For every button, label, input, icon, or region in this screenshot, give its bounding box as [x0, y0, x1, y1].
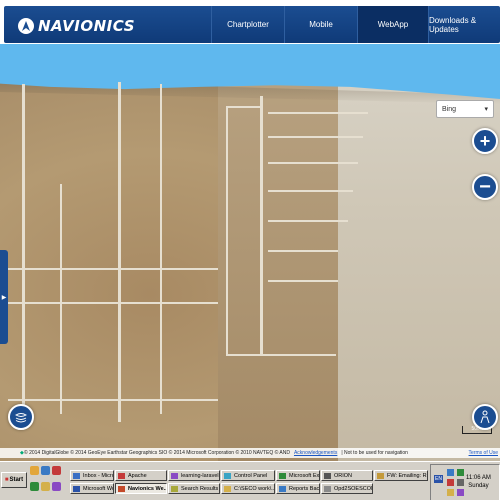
map-layer-value: Bing	[442, 105, 457, 113]
nav-tabs: Chartplotter Mobile WebApp Downloads & U…	[211, 6, 500, 43]
taskbar-window-orion[interactable]: ORION	[321, 470, 373, 481]
road	[226, 106, 228, 356]
road	[60, 184, 62, 414]
taskbar-window-fw-email[interactable]: FW: Emailing: R...	[374, 470, 428, 481]
tab-downloads-updates[interactable]: Downloads & Updates	[428, 6, 500, 43]
road	[8, 268, 218, 270]
road	[160, 84, 162, 414]
quick-launch-icon[interactable]	[30, 482, 39, 491]
bing-icon: ◆	[20, 450, 24, 456]
road	[8, 399, 218, 401]
quick-launch-icon[interactable]	[41, 482, 50, 491]
navionics-logo[interactable]: NAVIONICS	[18, 17, 135, 35]
road	[22, 84, 25, 414]
taskbar-window-opd[interactable]: Opd2SOESCONE...	[321, 483, 373, 494]
windows-taskbar: ■ Start Inbox - Micros... Apache learnin…	[0, 461, 500, 500]
side-panel-toggle[interactable]: ▶	[0, 250, 8, 344]
navionics-logo-icon	[18, 18, 34, 34]
zoom-out-button[interactable]: −	[472, 174, 498, 200]
acknowledgements-link[interactable]: Acknowledgements	[294, 450, 337, 456]
road	[226, 354, 336, 356]
tray-icon[interactable]	[447, 489, 454, 496]
taskbar-window-excel[interactable]: Microsoft Excel ...	[276, 470, 320, 481]
person-icon	[480, 410, 490, 424]
satellite-map[interactable]: Bing ▾ + − ▶ 500ft	[0, 44, 500, 461]
taskbar-window-control-panel[interactable]: Control Panel	[221, 470, 275, 481]
road	[268, 220, 348, 222]
quick-launch	[30, 466, 68, 496]
terms-of-use-link[interactable]: Terms of Use	[469, 450, 500, 456]
navigation-disclaimer: | Not to be used for navigation	[341, 450, 408, 456]
quick-launch-icon[interactable]	[52, 466, 61, 475]
attribution-text: © 2014 DigitalGlobe © 2014 GeoEye Earths…	[24, 450, 290, 456]
system-clock[interactable]: 11:06 AM Sunday	[466, 474, 491, 490]
start-label: Start	[9, 477, 24, 483]
brand-name: NAVIONICS	[38, 17, 135, 35]
road	[8, 302, 218, 304]
road	[268, 162, 358, 164]
zoom-in-button[interactable]: +	[472, 128, 498, 154]
taskbar-window-navionics[interactable]: Navionics We...	[115, 483, 167, 494]
tray-icon[interactable]	[457, 479, 464, 486]
clock-day: Sunday	[468, 483, 489, 489]
road	[268, 250, 338, 252]
tab-chartplotter[interactable]: Chartplotter	[211, 6, 284, 43]
map-attribution-bar: ◆ © 2014 DigitalGlobe © 2014 GeoEye Eart…	[0, 448, 500, 458]
windows-logo-icon: ■	[4, 477, 9, 483]
taskbar-window-search-results[interactable]: Search Results	[168, 483, 220, 494]
tray-icon[interactable]	[447, 479, 454, 486]
layers-icon	[15, 413, 27, 423]
nav-bar: NAVIONICS Chartplotter Mobile WebApp Dow…	[4, 6, 500, 43]
road	[260, 96, 263, 356]
language-icon[interactable]: EN	[434, 475, 443, 483]
tray-icon[interactable]	[447, 469, 454, 476]
map-layer-select[interactable]: Bing ▾	[436, 100, 494, 118]
tray-icon[interactable]	[457, 469, 464, 476]
tray-icon[interactable]	[457, 489, 464, 496]
taskbar-window-inbox[interactable]: Inbox - Micros...	[70, 470, 114, 481]
taskbar-window-apache[interactable]: Apache	[115, 470, 167, 481]
quick-launch-icon[interactable]	[30, 466, 39, 475]
road	[268, 136, 363, 138]
taskbar-window-reports[interactable]: Reports Backgr...	[276, 483, 320, 494]
chevron-right-icon: ▶	[1, 294, 7, 301]
tab-webapp[interactable]: WebApp	[357, 6, 428, 43]
taskbar-window-seco-work[interactable]: C:\SECO work\...	[221, 483, 275, 494]
road	[268, 190, 353, 192]
user-menu-button[interactable]	[472, 404, 498, 430]
chevron-down-icon: ▾	[484, 106, 488, 113]
road	[268, 112, 368, 114]
quick-launch-icon[interactable]	[52, 482, 61, 491]
quick-launch-icon[interactable]	[41, 466, 50, 475]
top-header: NAVIONICS Chartplotter Mobile WebApp Dow…	[0, 0, 500, 50]
layers-button[interactable]	[8, 404, 34, 430]
tab-mobile[interactable]: Mobile	[284, 6, 357, 43]
road	[226, 106, 262, 108]
road	[268, 280, 338, 282]
taskbar-window-word[interactable]: Microsoft Word	[70, 483, 114, 494]
clock-time: 11:06 AM	[466, 475, 491, 481]
start-button[interactable]: ■ Start	[1, 472, 27, 488]
taskbar-window-laravel[interactable]: learning-laravel...	[168, 470, 220, 481]
road	[118, 82, 121, 422]
